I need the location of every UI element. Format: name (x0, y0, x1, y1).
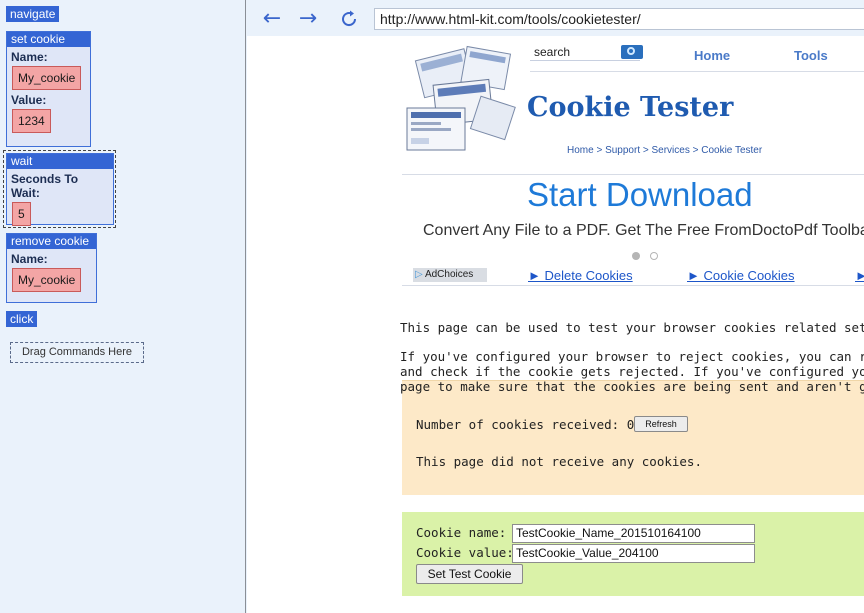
set-cookie-name-label: Name: (11, 50, 48, 64)
no-cookies-message: This page did not receive any cookies. (416, 454, 702, 469)
ad-link-cookie-cookies[interactable]: ► Cookie Cookies (687, 268, 795, 283)
ad-carousel-dot-active[interactable] (632, 252, 640, 260)
web-page: search Home Tools Cookie Tester Home > S… (247, 36, 864, 613)
remove-cookie-name-label: Name: (11, 252, 48, 266)
set-cookie-form: Cookie name: TestCookie_Name_20151016410… (402, 512, 864, 596)
cookie-name-input[interactable]: TestCookie_Name_201510164100 (512, 524, 755, 543)
ad-divider (402, 285, 864, 286)
refresh-button[interactable]: Refresh (634, 416, 688, 432)
nav-link-home[interactable]: Home (694, 48, 730, 63)
remove-cookie-header[interactable]: remove cookie (7, 234, 96, 249)
header-divider (530, 71, 864, 72)
set-cookie-value-label: Value: (11, 93, 47, 107)
intro-text: This page can be used to test your brows… (400, 320, 864, 335)
set-test-cookie-button[interactable]: Set Test Cookie (416, 564, 523, 584)
breadcrumb[interactable]: Home > Support > Services > Cookie Teste… (567, 145, 762, 156)
reload-button[interactable] (336, 6, 362, 32)
browser-window: ← → http://www.html-kit.com/tools/cookie… (247, 0, 864, 613)
paragraph-line: page to make sure that the cookies are b… (400, 379, 864, 394)
arrow-left-icon: ← (262, 6, 282, 31)
adchoices-label: AdChoices (424, 269, 474, 280)
cookie-tester-logo (406, 45, 516, 151)
cookie-value-input[interactable]: TestCookie_Value_204100 (512, 544, 755, 563)
nav-link-tools[interactable]: Tools (794, 48, 828, 63)
remove-cookie-name-value[interactable]: My_cookie (12, 268, 82, 292)
ad-subline[interactable]: Convert Any File to a PDF. Get The Free … (423, 222, 864, 240)
drag-commands-drop-zone[interactable]: Drag Commands Here (10, 342, 144, 363)
click-command[interactable]: click (6, 311, 38, 327)
set-cookie-command[interactable]: set cookie Name: My_cookie Value: 1234 (6, 31, 91, 147)
paragraph-line: and check if the cookie gets rejected. I… (400, 364, 864, 379)
ad-link-delete-cookies[interactable]: ► Delete Cookies (528, 268, 633, 283)
reload-icon (342, 10, 357, 27)
arrow-right-icon: → (298, 6, 318, 31)
back-button[interactable]: ← (259, 6, 285, 32)
title-divider (402, 174, 864, 175)
search-input[interactable] (530, 60, 640, 61)
command-panel: navigate set cookie Name: My_cookie Valu… (0, 0, 246, 613)
wait-seconds-label: Seconds To Wait: (11, 172, 79, 200)
set-cookie-value-value[interactable]: 1234 (12, 109, 51, 133)
ad-link-more[interactable]: ► (855, 268, 864, 283)
navigate-command[interactable]: navigate (6, 6, 60, 22)
wait-header[interactable]: wait (7, 154, 113, 169)
adchoices-icon: ▷ (415, 269, 423, 280)
forward-button[interactable]: → (295, 6, 321, 32)
set-cookie-header[interactable]: set cookie (7, 32, 90, 47)
search-go-button[interactable] (621, 45, 643, 59)
cookie-name-label: Cookie name: (416, 525, 507, 540)
remove-cookie-command[interactable]: remove cookie Name: My_cookie (6, 233, 97, 303)
cookie-value-label: Cookie value: (416, 545, 514, 560)
cookie-count-label: Number of cookies received: 0 (416, 417, 635, 432)
search-label: search (534, 45, 571, 59)
paragraph-line: If you've configured your browser to rej… (400, 349, 864, 364)
ad-headline-link[interactable]: Start Download (527, 176, 753, 214)
address-bar[interactable]: http://www.html-kit.com/tools/cookietest… (374, 8, 864, 30)
ad-carousel-dot[interactable] (650, 252, 658, 260)
cookie-result-panel: Number of cookies received: 0 Refresh Th… (402, 380, 864, 495)
wait-command[interactable]: wait Seconds To Wait: 5 (6, 153, 114, 226)
set-cookie-name-value[interactable]: My_cookie (12, 66, 82, 90)
adchoices-badge[interactable]: ▷ AdChoices (413, 268, 487, 282)
browser-nav-bar: ← → http://www.html-kit.com/tools/cookie… (247, 0, 864, 38)
wait-seconds-value[interactable]: 5 (12, 202, 31, 226)
page-title: Cookie Tester (527, 92, 734, 123)
